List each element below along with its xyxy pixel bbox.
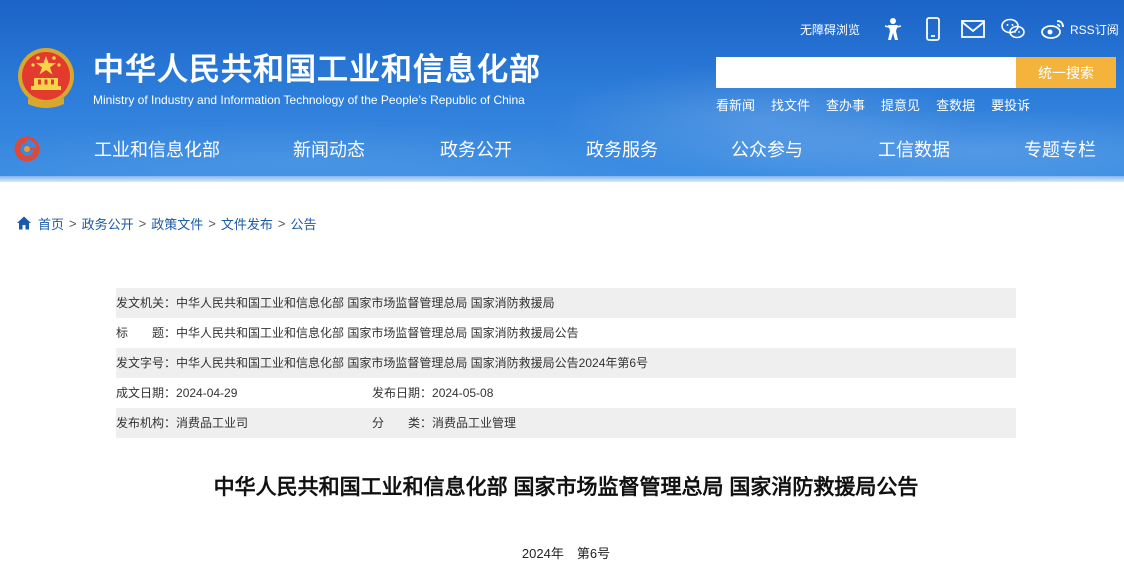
main-nav: 工业和信息化部 新闻动态 政务公开 政务服务 公众参与 工信数据 专题专栏 [64, 130, 1124, 170]
quick-link-services[interactable]: 查办事 [826, 95, 865, 114]
nav-item-participation[interactable]: 公众参与 [731, 130, 803, 170]
quick-links: 看新闻 找文件 查办事 提意见 查数据 要投诉 [716, 95, 1046, 114]
meta-row-dates: 成文日期：2024-04-29 发布日期：2024-05-08 [116, 378, 1016, 408]
meta-label-doc-number: 发文字号： [116, 356, 177, 370]
meta-row-title: 标 题：中华人民共和国工业和信息化部 国家市场监督管理总局 国家消防救援局公告 [116, 318, 1016, 348]
meta-row-issuer: 发文机关：中华人民共和国工业和信息化部 国家市场监督管理总局 国家消防救援局 [116, 288, 1016, 318]
accessibility-icon[interactable] [880, 16, 906, 42]
breadcrumb: 首页 > 政务公开 > 政策文件 > 文件发布 > 公告 [16, 213, 316, 233]
breadcrumb-policy-files[interactable]: 政策文件 [151, 214, 203, 233]
breadcrumb-gov-affairs[interactable]: 政务公开 [82, 214, 134, 233]
nav-item-gov-affairs[interactable]: 政务公开 [440, 130, 512, 170]
meta-label-org: 发布机构： [116, 416, 177, 430]
meta-label-published: 发布日期： [372, 386, 433, 400]
meta-value-title: 中华人民共和国工业和信息化部 国家市场监督管理总局 国家消防救援局公告 [176, 326, 579, 340]
nav-item-gov-services[interactable]: 政务服务 [586, 130, 658, 170]
wechat-icon[interactable] [1000, 16, 1026, 42]
breadcrumb-separator: > [208, 215, 216, 231]
meta-row-doc-number: 发文字号：中华人民共和国工业和信息化部 国家市场监督管理总局 国家消防救援局公告… [116, 348, 1016, 378]
quick-link-files[interactable]: 找文件 [771, 95, 810, 114]
mail-icon[interactable] [960, 16, 986, 42]
breadcrumb-file-release[interactable]: 文件发布 [221, 214, 273, 233]
quick-link-data[interactable]: 查数据 [936, 95, 975, 114]
quick-link-complaint[interactable]: 要投诉 [991, 95, 1030, 114]
header-bottom-band [0, 176, 1124, 182]
article-doc-number: 2024年 第6号 [521, 546, 611, 561]
meta-row-org: 发布机构：消费品工业司 分 类：消费品工业管理 [116, 408, 1016, 438]
search-button[interactable]: 统一搜索 [1016, 57, 1116, 88]
site-subtitle: Ministry of Industry and Information Tec… [93, 93, 525, 107]
article-title: 中华人民共和国工业和信息化部 国家市场监督管理总局 国家消防救援局公告 [213, 476, 919, 499]
meta-label-issuer: 发文机关： [116, 296, 177, 310]
nav-item-ministry[interactable]: 工业和信息化部 [94, 130, 220, 170]
quick-link-feedback[interactable]: 提意见 [881, 95, 920, 114]
nav-item-news[interactable]: 新闻动态 [293, 130, 365, 170]
meta-value-org: 消费品工业司 [176, 416, 249, 430]
meta-value-category: 消费品工业管理 [432, 416, 517, 430]
meta-label-title: 标 题： [116, 326, 177, 340]
breadcrumb-home[interactable]: 首页 [38, 214, 64, 233]
ministry-logo-icon[interactable] [14, 136, 40, 162]
accessibility-link[interactable]: 无障碍浏览 [800, 21, 860, 38]
mobile-icon[interactable] [920, 16, 946, 42]
site-header: 中华人民共和国工业和信息化部 Ministry of Industry and … [0, 0, 1124, 182]
breadcrumb-separator: > [138, 215, 147, 231]
meta-value-issuer: 中华人民共和国工业和信息化部 国家市场监督管理总局 国家消防救援局 [176, 296, 555, 310]
national-emblem-icon[interactable] [16, 46, 76, 112]
breadcrumb-separator: > [69, 215, 77, 231]
weibo-icon[interactable] [1040, 16, 1066, 42]
document-meta-table: 发文机关：中华人民共和国工业和信息化部 国家市场监督管理总局 国家消防救援局 标… [116, 288, 1016, 438]
site-title[interactable]: 中华人民共和国工业和信息化部 [93, 50, 541, 90]
meta-label-created: 成文日期： [116, 386, 177, 400]
nav-item-data[interactable]: 工信数据 [878, 130, 950, 170]
nav-item-topics[interactable]: 专题专栏 [1024, 130, 1096, 170]
header-tools: 无障碍浏览 RSS订阅 [800, 14, 1119, 44]
breadcrumb-separator: > [277, 215, 286, 231]
meta-label-category: 分 类： [372, 416, 433, 430]
search-input[interactable] [716, 57, 1016, 88]
rss-link[interactable]: RSS订阅 [1070, 21, 1119, 38]
breadcrumb-announcement[interactable]: 公告 [290, 214, 316, 233]
quick-link-news[interactable]: 看新闻 [716, 95, 755, 114]
meta-value-doc-number: 中华人民共和国工业和信息化部 国家市场监督管理总局 国家消防救援局公告2024年… [176, 356, 649, 370]
meta-value-created: 2024-04-29 [176, 386, 238, 400]
meta-value-published: 2024-05-08 [432, 386, 494, 400]
home-icon[interactable] [16, 215, 32, 231]
